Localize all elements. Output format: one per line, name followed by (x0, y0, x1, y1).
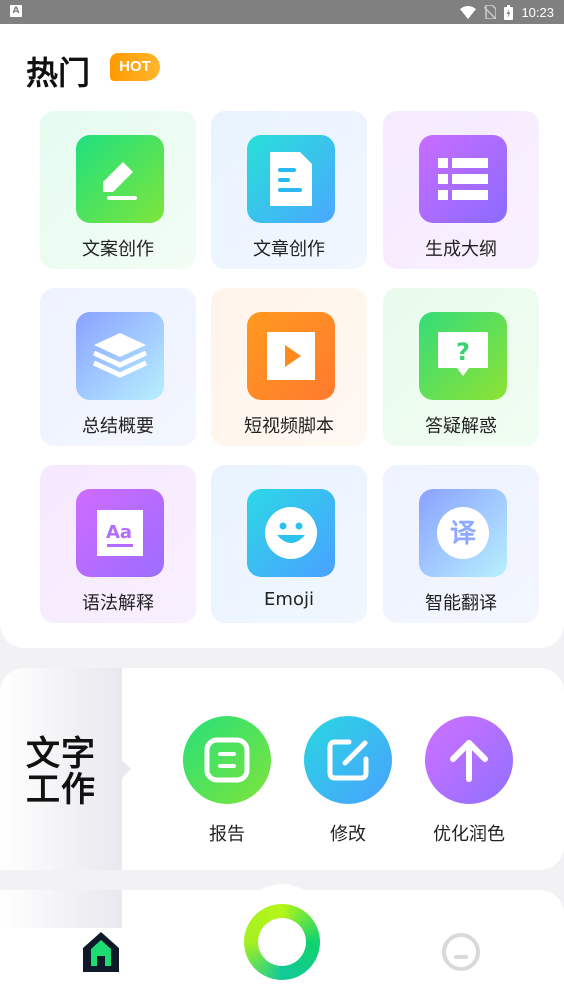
tile-label: 智能翻译 (425, 593, 497, 614)
tile-summary[interactable]: 总结概要 (40, 288, 196, 446)
tile-translate[interactable]: 译 智能翻译 (383, 465, 539, 623)
tile-label: 语法解释 (82, 593, 154, 614)
grammar-aa-icon: Aa (76, 489, 164, 577)
hot-section-title: 热门 (26, 54, 91, 92)
report-label: 报告 (209, 824, 245, 845)
polish-label: 优化润色 (433, 824, 505, 845)
tile-video-script[interactable]: 短视频脚本 (211, 288, 367, 446)
profile-icon (442, 933, 480, 971)
text-work-title-line2: 工作 (26, 770, 96, 810)
bottom-nav-bar (0, 904, 564, 1002)
wifi-icon (460, 5, 477, 19)
tile-emoji[interactable]: Emoji (211, 465, 367, 623)
translate-icon: 译 (419, 489, 507, 577)
edit-icon (327, 739, 369, 781)
tile-label: Emoji (264, 589, 314, 610)
nav-center-ring[interactable] (244, 904, 320, 980)
edit-label: 修改 (330, 824, 366, 845)
tile-label: 生成大纲 (425, 239, 497, 260)
report-button[interactable] (183, 716, 271, 804)
notification-icon: A (10, 5, 22, 17)
tile-label: 文案创作 (82, 239, 154, 260)
tile-grammar[interactable]: Aa 语法解释 (40, 465, 196, 623)
svg-text:译: 译 (450, 519, 477, 549)
layers-icon (76, 312, 164, 400)
nav-home[interactable] (78, 930, 124, 976)
tile-qa[interactable]: ? 答疑解惑 (383, 288, 539, 446)
document-icon (247, 135, 335, 223)
outline-list-icon (419, 135, 507, 223)
next-section-side-panel (0, 890, 122, 930)
status-time: 10:23 (521, 4, 554, 20)
status-bar: A 10:23 (0, 0, 564, 24)
polish-button[interactable] (425, 716, 513, 804)
svg-text:?: ? (456, 338, 470, 366)
text-work-section: 文字 工作 报告 修改 优化润色 (0, 668, 564, 870)
no-sim-icon (484, 5, 497, 19)
home-icon (83, 932, 119, 972)
text-work-title-line1: 文字 (26, 734, 96, 774)
hot-badge: HOT (110, 53, 160, 81)
tile-label: 短视频脚本 (244, 416, 334, 437)
play-video-icon (247, 312, 335, 400)
tile-outline[interactable]: 生成大纲 (383, 111, 539, 269)
edit-button[interactable] (304, 716, 392, 804)
svg-text:Aa: Aa (106, 522, 132, 543)
arrow-up-icon (450, 740, 488, 782)
side-panel-notch (122, 760, 131, 778)
tile-label: 答疑解惑 (425, 416, 497, 437)
text-work-title: 文字 工作 (26, 736, 106, 808)
tile-article[interactable]: 文章创作 (211, 111, 367, 269)
pencil-icon (76, 135, 164, 223)
tile-label: 总结概要 (82, 416, 154, 437)
smiley-icon (247, 489, 335, 577)
battery-icon (504, 4, 514, 20)
question-bubble-icon: ? (419, 312, 507, 400)
tile-copywriting[interactable]: 文案创作 (40, 111, 196, 269)
report-icon (204, 737, 250, 783)
nav-profile[interactable] (438, 930, 484, 976)
tile-label: 文章创作 (253, 239, 325, 260)
